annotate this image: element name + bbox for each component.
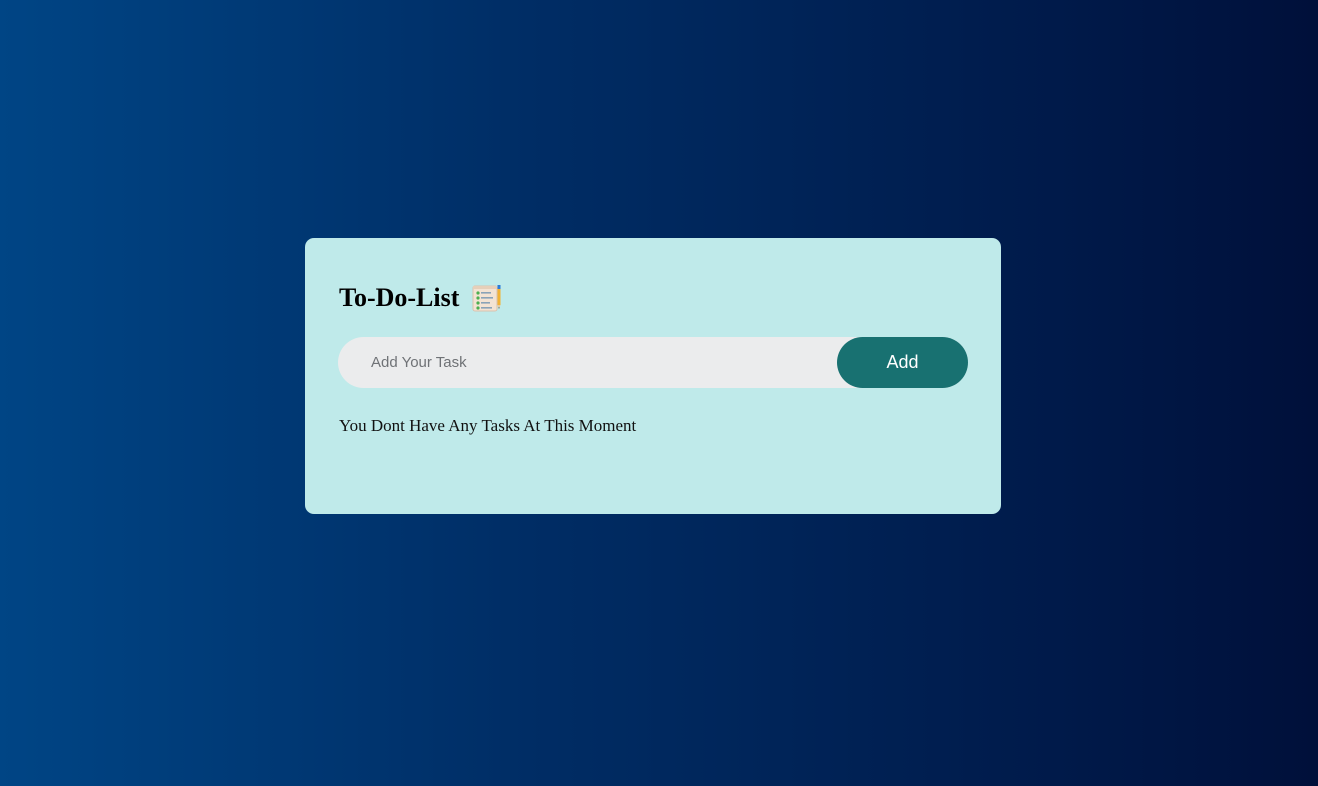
empty-tasks-message: You Dont Have Any Tasks At This Moment	[339, 416, 637, 435]
add-task-row: Add	[338, 337, 968, 388]
task-input[interactable]	[338, 337, 838, 388]
checklist-notepad-icon	[472, 284, 502, 312]
todo-card: To-Do-List Add You Dont Have	[305, 238, 1001, 514]
add-button[interactable]: Add	[837, 337, 968, 388]
app-title: To-Do-List	[339, 283, 460, 312]
header: To-Do-List	[339, 282, 502, 314]
